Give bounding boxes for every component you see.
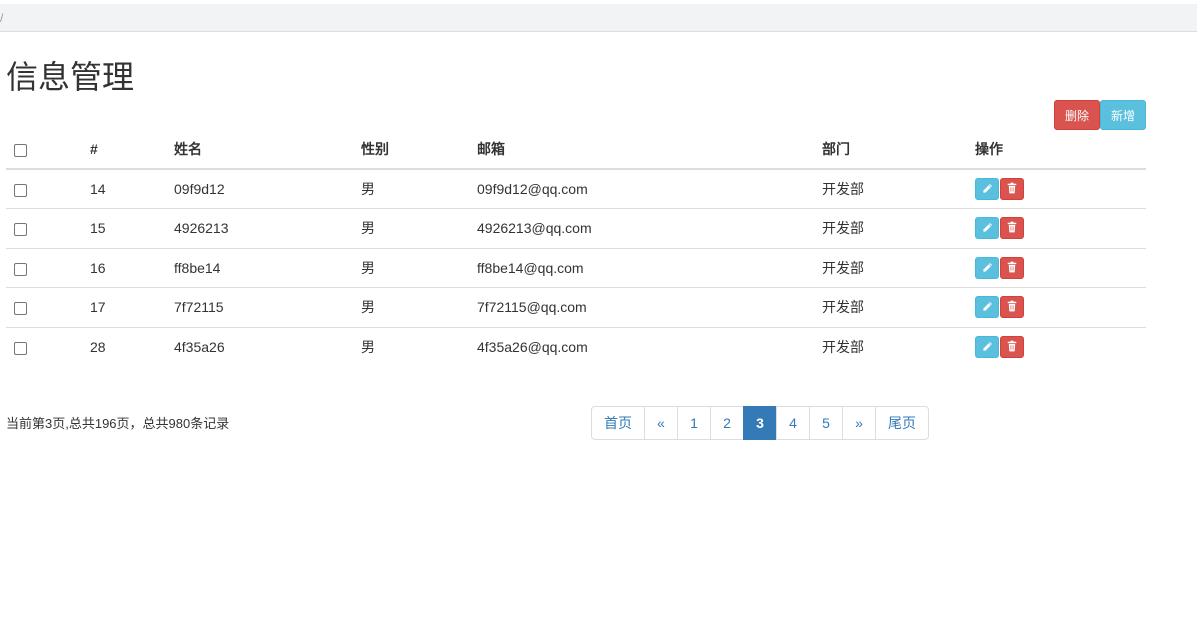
cell-ops xyxy=(967,287,1146,327)
page-title: 信息管理 xyxy=(6,58,135,96)
pagination-first[interactable]: 首页 xyxy=(591,406,645,440)
header-name: 姓名 xyxy=(166,130,353,170)
row-checkbox[interactable] xyxy=(14,262,27,276)
cell-gender: 男 xyxy=(361,181,375,197)
cell-id: 16 xyxy=(82,247,166,288)
row-select-cell xyxy=(6,287,82,327)
cell-ops xyxy=(967,247,1146,288)
cell-dept: 开发部 xyxy=(814,247,967,288)
edit-button[interactable] xyxy=(975,217,999,240)
cell-gender: 男 xyxy=(353,326,469,367)
pagination-page[interactable]: 1 xyxy=(677,406,711,440)
row-delete-button[interactable] xyxy=(1000,296,1024,319)
edit-button[interactable] xyxy=(975,256,999,279)
cell-dept: 开发部 xyxy=(814,326,967,367)
pagination-page-current[interactable]: 3 xyxy=(743,406,777,440)
trash-icon xyxy=(1007,299,1017,315)
header-gender: 性别 xyxy=(353,130,469,170)
cell-ops xyxy=(967,326,1146,367)
table-row: 28 4f35a26 男 4f35a26@qq.com 开发部 xyxy=(6,326,1146,367)
pencil-icon xyxy=(982,299,993,315)
cell-dept: 开发部 xyxy=(822,181,864,197)
cell-name: ff8be14 xyxy=(166,247,353,288)
table-row: 14 09f9d12 男 09f9d12@qq.com 开发部 xyxy=(6,169,1146,209)
breadcrumb: / xyxy=(0,4,1197,32)
row-delete-button[interactable] xyxy=(1000,178,1024,200)
cell-name: 4926213 xyxy=(166,208,353,248)
header-dept: 部门 xyxy=(814,130,967,170)
row-delete-button[interactable] xyxy=(1000,217,1024,240)
pagination-page[interactable]: 4 xyxy=(776,406,810,440)
cell-dept: 开发部 xyxy=(814,287,967,327)
table-body: 14 09f9d12 男 09f9d12@qq.com 开发部 15 4926213 男 492… xyxy=(6,169,1146,367)
pagination: 首页 « 1 2 3 4 5 » 尾页 xyxy=(591,406,929,440)
header-id: # xyxy=(82,130,166,170)
pencil-icon xyxy=(982,339,993,355)
cell-dept: 开发部 xyxy=(814,208,967,248)
employee-table: # 姓名 性别 邮箱 部门 操作 14 09f9d12 男 09f9d12@qq.co… xyxy=(6,130,1146,367)
pagination-page[interactable]: 5 xyxy=(809,406,843,440)
cell-gender: 男 xyxy=(353,287,469,327)
cell-email: 7f72115@qq.com xyxy=(469,287,814,327)
table-row: 15 4926213 男 4926213@qq.com 开发部 xyxy=(6,208,1146,248)
row-checkbox[interactable] xyxy=(14,302,27,316)
header-select-all-cell xyxy=(6,130,82,170)
pencil-icon xyxy=(982,181,993,197)
row-select-cell xyxy=(6,208,82,248)
trash-icon xyxy=(1007,181,1017,197)
select-all-checkbox[interactable] xyxy=(14,143,27,157)
cell-name: 09f9d12 xyxy=(174,181,225,197)
row-delete-button[interactable] xyxy=(1000,336,1024,358)
cell-gender: 男 xyxy=(353,208,469,248)
cell-email: 4f35a26@qq.com xyxy=(469,326,814,367)
cell-id: 15 xyxy=(82,208,166,248)
cell-name: 4f35a26 xyxy=(166,326,353,367)
add-button[interactable]: 新增 xyxy=(1100,100,1146,130)
cell-email: 09f9d12@qq.com xyxy=(477,181,588,197)
cell-id: 17 xyxy=(82,287,166,327)
pencil-icon xyxy=(982,220,993,236)
row-delete-button[interactable] xyxy=(1000,256,1024,279)
pagination-prev[interactable]: « xyxy=(644,406,678,440)
cell-ops xyxy=(967,169,1146,209)
edit-button[interactable] xyxy=(975,296,999,319)
pagination-next[interactable]: » xyxy=(842,406,876,440)
cell-ops xyxy=(967,208,1146,248)
cell-id: 28 xyxy=(82,326,166,367)
delete-button[interactable]: 删除 xyxy=(1054,100,1100,130)
row-checkbox[interactable] xyxy=(14,183,27,197)
trash-icon xyxy=(1007,260,1017,276)
pagination-info: 当前第3页,总共196页，总共980条记录 xyxy=(6,416,230,431)
pagination-page[interactable]: 2 xyxy=(710,406,744,440)
edit-button[interactable] xyxy=(975,178,999,200)
cell-gender: 男 xyxy=(353,247,469,288)
table-row: 17 7f72115 男 7f72115@qq.com 开发部 xyxy=(6,287,1146,327)
pagination-last[interactable]: 尾页 xyxy=(875,406,929,440)
cell-id: 14 xyxy=(90,181,106,197)
row-select-cell xyxy=(6,326,82,367)
cell-email: ff8be14@qq.com xyxy=(469,247,814,288)
table-row: 16 ff8be14 男 ff8be14@qq.com 开发部 xyxy=(6,247,1146,288)
cell-name: 7f72115 xyxy=(166,287,353,327)
header-email: 邮箱 xyxy=(469,130,814,170)
trash-icon xyxy=(1007,339,1017,355)
breadcrumb-separator: / xyxy=(0,11,4,25)
pencil-icon xyxy=(982,260,993,276)
edit-button[interactable] xyxy=(975,336,999,358)
row-checkbox[interactable] xyxy=(14,223,27,237)
row-select-cell xyxy=(6,247,82,288)
trash-icon xyxy=(1007,220,1017,236)
table-header-row: # 姓名 性别 邮箱 部门 操作 xyxy=(6,130,1146,170)
cell-email: 4926213@qq.com xyxy=(469,208,814,248)
header-ops: 操作 xyxy=(967,130,1146,170)
row-checkbox[interactable] xyxy=(14,341,27,355)
row-select-cell xyxy=(6,169,82,209)
